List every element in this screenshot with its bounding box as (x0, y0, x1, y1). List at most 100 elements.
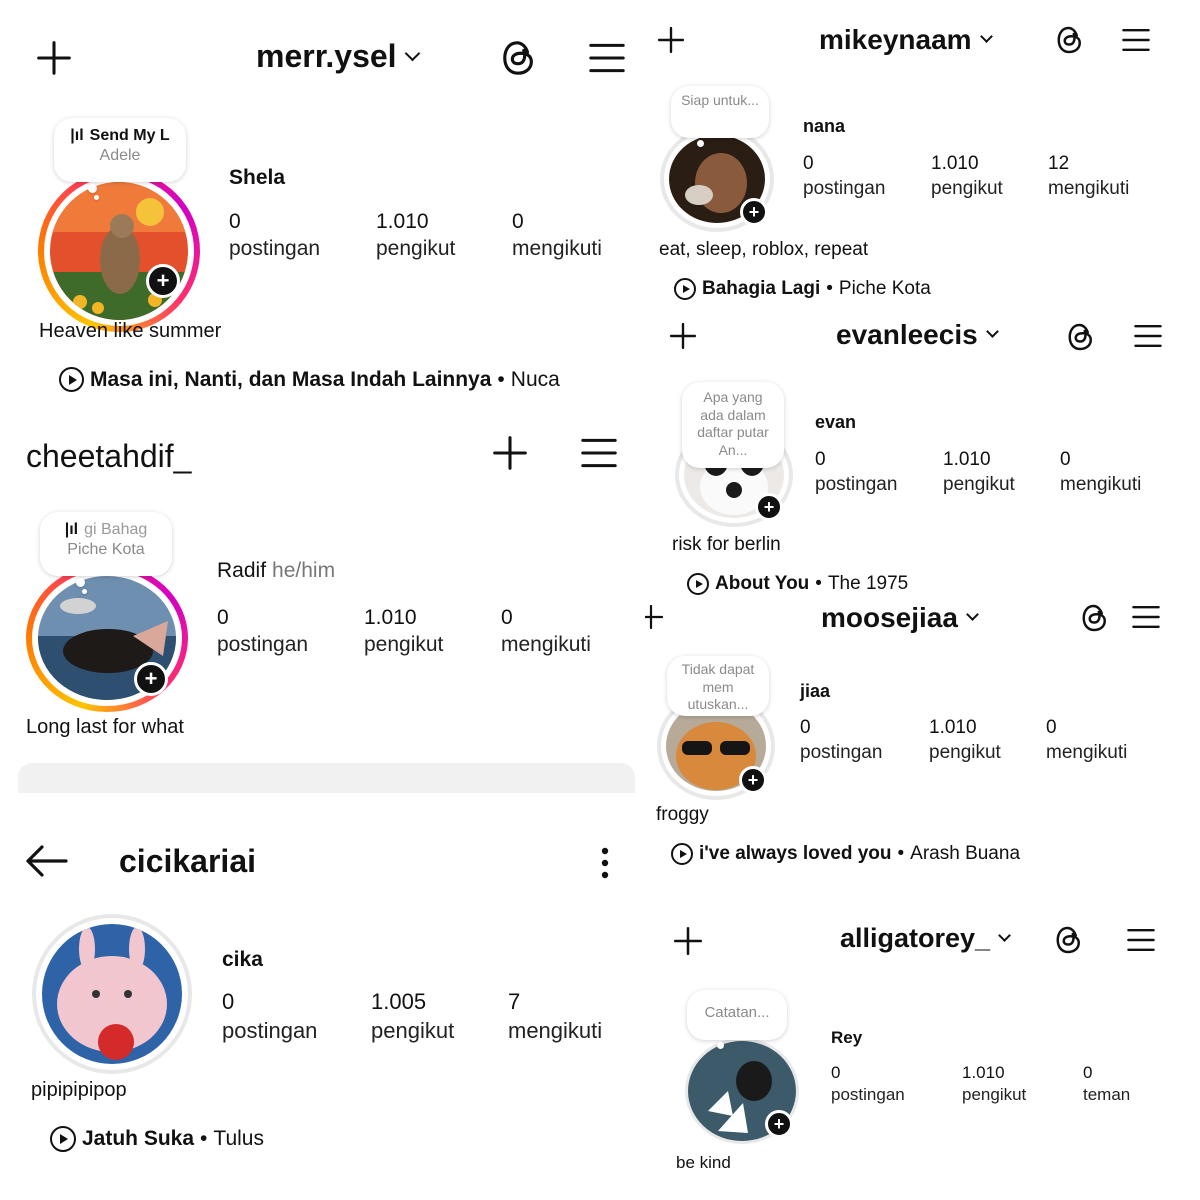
profile-panel-merr-ysel: merr.ysel + |ıl Send My L Adele Shela 0 … (0, 0, 640, 400)
username-switcher[interactable]: mikeynaam (819, 24, 993, 56)
back-arrow-icon[interactable] (24, 844, 68, 878)
plus-icon[interactable] (492, 435, 528, 471)
posts-count[interactable]: 0 postingan (217, 604, 308, 659)
bio: froggy (656, 804, 709, 825)
hamburger-menu-icon[interactable] (580, 435, 618, 471)
following-count[interactable]: 0 teman (1083, 1062, 1130, 1106)
profile-name: nana (803, 116, 846, 136)
hamburger-menu-icon[interactable] (1133, 322, 1163, 350)
username: moosejiaa (821, 602, 958, 633)
plus-icon[interactable] (36, 40, 72, 76)
plus-icon[interactable] (673, 926, 703, 956)
username: cicikariai (119, 843, 256, 879)
bio: be kind (676, 1153, 731, 1172)
music-bars-icon: |ıl (70, 127, 84, 144)
bio: Long last for what (26, 716, 184, 738)
profile-name: Radif he/him (217, 559, 336, 582)
username-switcher[interactable]: moosejiaa (821, 602, 979, 634)
bio: risk for berlin (672, 534, 781, 555)
add-story-button[interactable]: + (146, 264, 180, 298)
add-story-button[interactable]: + (134, 662, 168, 696)
music-bars-icon: |ıl (64, 521, 79, 538)
note-bubble[interactable]: Siap untuk... (671, 86, 769, 147)
avatar[interactable]: + (660, 126, 774, 232)
username-switcher[interactable]: evanleecis (836, 319, 999, 351)
username-switcher[interactable]: merr.ysel (256, 38, 420, 75)
profile-music[interactable]: Bahagia Lagi • Piche Kota (674, 278, 931, 300)
avatar[interactable]: + (685, 1038, 799, 1144)
posts-count[interactable]: 0 postingan (229, 208, 320, 263)
add-story-button[interactable]: + (740, 198, 768, 226)
profile-panel-mikeynaam: mikeynaam + Siap untuk... nana 0 postinga… (645, 0, 1200, 305)
plus-icon[interactable] (669, 322, 697, 350)
followers-count[interactable]: 1.005 pengikut (371, 988, 454, 1045)
threads-icon[interactable] (500, 38, 538, 78)
hamburger-menu-icon[interactable] (1121, 26, 1151, 54)
avatar[interactable] (32, 914, 192, 1074)
threads-icon[interactable] (1066, 321, 1096, 353)
following-count[interactable]: 7 mengikuti (508, 988, 602, 1045)
hamburger-menu-icon[interactable] (1126, 926, 1156, 954)
bio: pipipipipop (31, 1079, 127, 1101)
posts-count[interactable]: 0 postingan (815, 448, 897, 497)
chevron-down-icon (998, 928, 1011, 942)
following-count[interactable]: 0 mengikuti (1060, 448, 1141, 497)
hamburger-menu-icon[interactable] (1131, 603, 1161, 631)
chevron-down-icon (966, 608, 979, 621)
note-bubble[interactable]: Catatan... (687, 990, 787, 1049)
add-story-button[interactable]: + (765, 1110, 793, 1138)
note-bubble[interactable]: |ıl gi Bahag Piche Kota (40, 512, 172, 594)
note-bubble[interactable]: |ıl Send My L Adele (54, 118, 186, 200)
followers-count[interactable]: 1.010 pengikut (376, 208, 455, 263)
posts-count[interactable]: 0 postingan (800, 716, 882, 765)
posts-count[interactable]: 0 postingan (831, 1062, 905, 1106)
profile-music[interactable]: i've always loved you • Arash Buana (671, 843, 1020, 865)
threads-icon[interactable] (1054, 924, 1084, 956)
play-circle-icon (687, 573, 709, 595)
profile-music[interactable]: About You • The 1975 (687, 573, 908, 595)
profile-music[interactable]: Jatuh Suka • Tulus (50, 1126, 264, 1152)
profile-panel-moosejiaa: moosejiaa + Tidak dapat mem utuskan... j… (645, 600, 1200, 880)
username-switcher[interactable]: alligatorey_ (840, 923, 1011, 954)
following-count[interactable]: 0 mengikuti (501, 604, 591, 659)
following-count[interactable]: 12 mengikuti (1048, 152, 1129, 201)
note-bubble[interactable]: Tidak dapat mem utuskan... (667, 656, 769, 716)
profile-panel-cicikariai: cicikariai cika 0 postingan 1.005 pengikut… (0, 800, 640, 1200)
pronouns: he/him (272, 559, 336, 582)
more-vertical-icon[interactable] (598, 846, 612, 880)
note-bubble[interactable]: Apa yang ada dalam daftar putar An... (682, 382, 784, 468)
play-circle-icon (50, 1126, 76, 1152)
followers-count[interactable]: 1.010 pengikut (962, 1062, 1026, 1106)
username: cheetahdif_ (26, 438, 192, 474)
add-story-button[interactable]: + (755, 493, 783, 521)
profile-panel-evanleecis: evanleecis + Apa yang ada dalam daftar p… (645, 305, 1200, 600)
followers-count[interactable]: 1.010 pengikut (931, 152, 1003, 201)
avatar-story-ring[interactable]: + (26, 564, 188, 712)
hamburger-menu-icon[interactable] (588, 40, 626, 76)
bio: eat, sleep, roblox, repeat (659, 239, 869, 260)
play-circle-icon (674, 278, 696, 300)
posts-count[interactable]: 0 postingan (803, 152, 885, 201)
posts-count[interactable]: 0 postingan (222, 988, 317, 1045)
plus-icon[interactable] (657, 26, 685, 54)
chevron-down-icon (404, 45, 420, 61)
username: merr.ysel (256, 38, 397, 74)
profile-name: cika (222, 948, 263, 971)
threads-icon[interactable] (1080, 602, 1110, 634)
followers-count[interactable]: 1.010 pengikut (929, 716, 1001, 765)
add-story-button[interactable]: + (739, 766, 767, 794)
following-count[interactable]: 0 mengikuti (512, 208, 602, 263)
profile-music[interactable]: Masa ini, Nanti, dan Masa Indah Lainnya … (59, 367, 560, 392)
following-count[interactable]: 0 mengikuti (1046, 716, 1127, 765)
profile-name: evan (815, 412, 857, 432)
username: evanleecis (836, 319, 978, 350)
plus-icon[interactable] (645, 604, 671, 630)
play-circle-icon (59, 367, 84, 392)
followers-count[interactable]: 1.010 pengikut (364, 604, 443, 659)
avatar-story-ring[interactable]: + (38, 170, 200, 332)
chevron-down-icon (979, 30, 993, 43)
threads-icon[interactable] (1055, 24, 1085, 56)
profile-name: Shela (229, 166, 286, 189)
profile-panel-alligatorey: alligatorey_ + Catatan... Rey 0 postingan… (645, 900, 1200, 1200)
followers-count[interactable]: 1.010 pengikut (943, 448, 1015, 497)
